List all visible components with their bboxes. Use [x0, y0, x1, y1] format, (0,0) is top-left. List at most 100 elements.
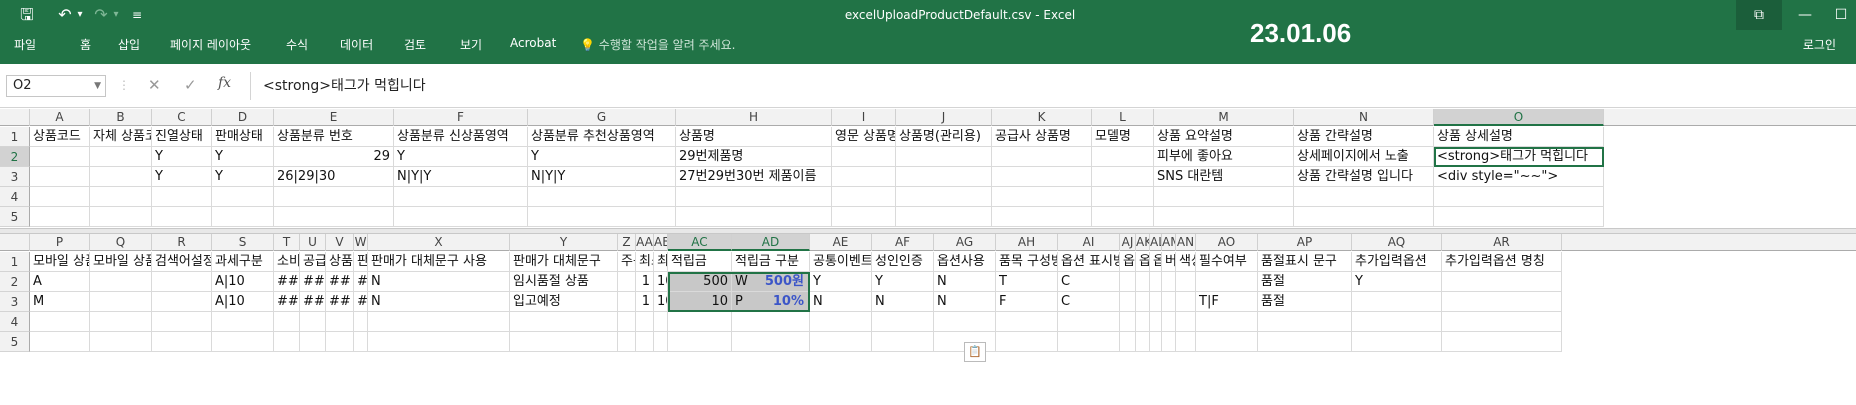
column-header-ak[interactable]: AK: [1136, 234, 1150, 251]
ribbon-tab-4[interactable]: 수식: [286, 36, 308, 53]
cell-m1[interactable]: 상품 요약설명: [1154, 127, 1294, 147]
cell-b4[interactable]: [90, 187, 152, 207]
cell-j4[interactable]: [896, 187, 992, 207]
cell-aa5[interactable]: [636, 332, 654, 352]
cell-aj3[interactable]: [1120, 292, 1136, 312]
column-header-u[interactable]: U: [300, 234, 326, 251]
cell-an1[interactable]: 색상: [1176, 252, 1196, 272]
cell-j2[interactable]: [896, 147, 992, 167]
column-header-i[interactable]: I: [832, 109, 896, 126]
cell-ad5[interactable]: [732, 332, 810, 352]
cell-ao5[interactable]: [1196, 332, 1258, 352]
cell-am5[interactable]: [1162, 332, 1176, 352]
cell-b1[interactable]: 자체 상품코드: [90, 127, 152, 147]
cell-v1[interactable]: 상품: [326, 252, 354, 272]
cell-r2[interactable]: [152, 272, 212, 292]
column-header-ae[interactable]: AE: [810, 234, 872, 251]
cell-p5[interactable]: [30, 332, 90, 352]
cell-d5[interactable]: [212, 207, 274, 227]
cell-g3[interactable]: N|Y|Y: [528, 167, 676, 187]
ribbon-tab-6[interactable]: 검토: [404, 36, 426, 53]
cell-b2[interactable]: [90, 147, 152, 167]
chevron-down-icon[interactable]: ▼: [94, 76, 101, 96]
cell-e1[interactable]: 상품분류 번호: [274, 127, 394, 147]
cell-am1[interactable]: 버튼: [1162, 252, 1176, 272]
cell-ac5[interactable]: [668, 332, 732, 352]
cell-j3[interactable]: [896, 167, 992, 187]
cell-ah5[interactable]: [996, 332, 1058, 352]
cell-ah4[interactable]: [996, 312, 1058, 332]
cell-aj1[interactable]: 옵션: [1120, 252, 1136, 272]
row-header-1[interactable]: 1: [0, 252, 30, 272]
column-header-n[interactable]: N: [1294, 109, 1434, 126]
cell-x3[interactable]: N: [368, 292, 510, 312]
column-header-am[interactable]: AM: [1162, 234, 1176, 251]
cell-ai3[interactable]: C: [1058, 292, 1120, 312]
cell-am3[interactable]: [1162, 292, 1176, 312]
cell-u3[interactable]: ###: [300, 292, 326, 312]
cell-an4[interactable]: [1176, 312, 1196, 332]
row-header-5[interactable]: 5: [0, 207, 30, 227]
cell-ak5[interactable]: [1136, 332, 1150, 352]
cell-af1[interactable]: 성인인증: [872, 252, 934, 272]
column-header-ad[interactable]: AD: [732, 234, 810, 251]
cell-af5[interactable]: [872, 332, 934, 352]
cell-s5[interactable]: [212, 332, 274, 352]
cell-an5[interactable]: [1176, 332, 1196, 352]
select-all-corner[interactable]: [0, 234, 30, 251]
column-header-w[interactable]: W: [354, 234, 368, 251]
cell-q3[interactable]: [90, 292, 152, 312]
cell-ao4[interactable]: [1196, 312, 1258, 332]
column-header-ac[interactable]: AC: [668, 234, 732, 251]
column-header-ai[interactable]: AI: [1058, 234, 1120, 251]
cell-z2[interactable]: [618, 272, 636, 292]
row-header-4[interactable]: 4: [0, 312, 30, 332]
cell-ag2[interactable]: N: [934, 272, 996, 292]
cell-h1[interactable]: 상품명: [676, 127, 832, 147]
cell-y1[interactable]: 판매가 대체문구: [510, 252, 618, 272]
cell-ab5[interactable]: [654, 332, 668, 352]
cell-y2[interactable]: 임시품절 상품: [510, 272, 618, 292]
insert-function-icon[interactable]: fx: [218, 75, 231, 91]
cell-ai2[interactable]: C: [1058, 272, 1120, 292]
cell-y4[interactable]: [510, 312, 618, 332]
redo-icon[interactable]: ↷: [92, 4, 110, 26]
cell-ae3[interactable]: N: [810, 292, 872, 312]
cell-ai5[interactable]: [1058, 332, 1120, 352]
cell-ar2[interactable]: [1442, 272, 1562, 292]
cell-ag3[interactable]: N: [934, 292, 996, 312]
formula-input[interactable]: <strong>태그가 먹힙니다: [250, 72, 1850, 100]
cell-an3[interactable]: [1176, 292, 1196, 312]
cancel-icon[interactable]: ✕: [148, 76, 161, 94]
cell-ap4[interactable]: [1258, 312, 1352, 332]
cell-aj5[interactable]: [1120, 332, 1136, 352]
cell-f4[interactable]: [394, 187, 528, 207]
cell-s2[interactable]: A|10: [212, 272, 274, 292]
cell-ak4[interactable]: [1136, 312, 1150, 332]
cell-q1[interactable]: 모바일 상품: [90, 252, 152, 272]
cell-m3[interactable]: SNS 대란템: [1154, 167, 1294, 187]
cell-u2[interactable]: ###: [300, 272, 326, 292]
paste-options-icon[interactable]: 📋: [964, 342, 986, 362]
cell-r3[interactable]: [152, 292, 212, 312]
cell-ai4[interactable]: [1058, 312, 1120, 332]
cell-l3[interactable]: [1092, 167, 1154, 187]
cell-ak1[interactable]: 옵션: [1136, 252, 1150, 272]
cell-n3[interactable]: 상품 간략설명 입니다: [1294, 167, 1434, 187]
login-link[interactable]: 로그인: [1803, 36, 1836, 53]
cell-e2[interactable]: 29: [274, 147, 394, 167]
cell-ab2[interactable]: 10: [654, 272, 668, 292]
cell-ah2[interactable]: T: [996, 272, 1058, 292]
cell-ad4[interactable]: [732, 312, 810, 332]
ribbon-tab-3[interactable]: 페이지 레이아웃: [170, 36, 251, 53]
cell-r4[interactable]: [152, 312, 212, 332]
cell-ao2[interactable]: [1196, 272, 1258, 292]
cell-ac3[interactable]: 10: [668, 292, 732, 312]
ribbon-tab-5[interactable]: 데이터: [340, 36, 373, 53]
cell-q5[interactable]: [90, 332, 152, 352]
cell-g5[interactable]: [528, 207, 676, 227]
cell-x4[interactable]: [368, 312, 510, 332]
cell-a1[interactable]: 상품코드: [30, 127, 90, 147]
cell-y5[interactable]: [510, 332, 618, 352]
row-header-4[interactable]: 4: [0, 187, 30, 207]
